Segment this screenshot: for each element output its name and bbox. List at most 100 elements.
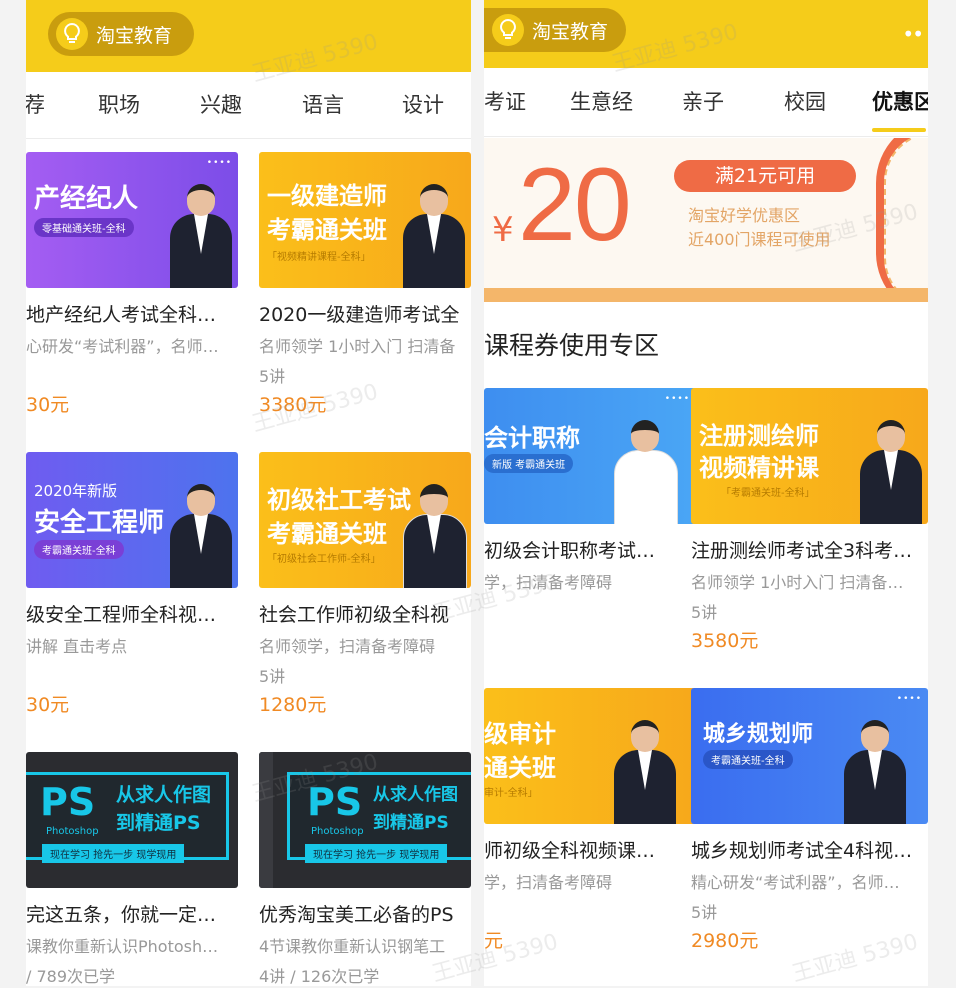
- thumb-title: 产经纪人: [34, 184, 139, 214]
- coupon-bottom-strip: [484, 288, 928, 302]
- dots-decoration: ••••: [896, 694, 922, 704]
- tab-interest[interactable]: 兴趣: [200, 72, 242, 138]
- thumb-tag: 新版 考霸通关班: [484, 454, 574, 473]
- teacher-photo: [403, 484, 467, 588]
- thumb-title: 级审计: [484, 720, 556, 748]
- course-title: 完这五条，你就一定…: [26, 904, 217, 926]
- thumb-subtitle: 通关班: [484, 754, 556, 782]
- active-tab-indicator: [872, 128, 926, 132]
- course-title: 师初级全科视频课…: [484, 840, 656, 862]
- thumb-subtitle: 视频精讲课: [699, 454, 819, 482]
- coupon-condition-badge: 满21元可用: [674, 160, 856, 192]
- course-title: 城乡规划师考试全4科视…: [691, 840, 913, 862]
- course-subtitle: 课教你重新认识Photosh…: [26, 937, 219, 956]
- view-count: 4讲 / 126次已学: [259, 967, 380, 986]
- lesson-count: 5讲: [691, 603, 718, 622]
- view-count: / 789次已学: [26, 967, 116, 986]
- course-thumbnail: 一级建造师 考霸通关班 「视频精讲课程-全科」: [259, 152, 471, 288]
- course-title: 级安全工程师全科视…: [26, 604, 217, 626]
- course-subtitle: 讲解 直击考点: [26, 637, 128, 656]
- course-thumbnail: 产经纪人 零基础通关班-全科 ••••: [26, 152, 238, 288]
- more-menu-icon[interactable]: ••: [902, 22, 924, 46]
- course-title: 地产经纪人考试全科…: [26, 304, 217, 326]
- course-title: 注册测绘师考试全3科考…: [691, 540, 913, 562]
- dots-decoration: ••••: [664, 394, 690, 404]
- teacher-photo: [403, 184, 465, 288]
- course-subtitle: 精心研发“考试利器”，名师…: [691, 873, 900, 892]
- course-title: 优秀淘宝美工必备的PS: [259, 904, 454, 926]
- tab-campus[interactable]: 校园: [784, 68, 826, 134]
- lightbulb-icon: [56, 18, 88, 50]
- tab-business[interactable]: 生意经: [570, 68, 633, 134]
- ps-logo-text: PS: [40, 780, 96, 824]
- logo-text: 淘宝教育: [532, 20, 609, 43]
- tab-career[interactable]: 职场: [98, 72, 140, 138]
- course-thumbnail: PS Photoshop 从求人作图 到精通PS 现在学习 抢先一步 现学现用: [26, 752, 238, 888]
- teacher-photo: [614, 720, 676, 824]
- course-price: 30元: [26, 694, 70, 716]
- thumb-slogan: 现在学习 抢先一步 现学现用: [305, 844, 448, 863]
- thumb-title: 注册测绘师: [699, 422, 819, 450]
- course-thumbnail: 初级社工考试 考霸通关班 「初级社会工作师-全科」: [259, 452, 471, 588]
- course-title: 初级会计职称考试…: [484, 540, 656, 562]
- tab-certification[interactable]: 考证: [484, 68, 526, 134]
- thumb-tag: 考霸通关班-全科: [703, 750, 793, 769]
- lesson-count: 5讲: [691, 903, 718, 922]
- thumb-tag: 「考霸通关班-全科」: [721, 488, 815, 499]
- coupon-desc-line1: 淘宝好学优惠区: [688, 206, 801, 225]
- thumb-tag: 「初级社会工作师-全科」: [267, 554, 381, 565]
- tab-parenting[interactable]: 亲子: [682, 68, 724, 134]
- course-title: 2020一级建造师考试全: [259, 304, 460, 326]
- course-subtitle: 学，扫清备考障碍: [484, 873, 613, 892]
- category-tabs: 考证 生意经 亲子 校园 优惠区: [484, 68, 928, 137]
- thumb-subtitle: 考霸通关班: [267, 216, 387, 244]
- ps-app-name: Photoshop: [311, 826, 364, 837]
- coupon-currency: ¥: [492, 210, 514, 250]
- coupon-amount: 20: [518, 147, 632, 263]
- course-subtitle: 名师领学 1小时入门 扫清备: [259, 337, 456, 356]
- taobao-education-logo[interactable]: 淘宝教育: [48, 12, 194, 56]
- thumb-title: 一级建造师: [267, 182, 387, 210]
- thumb-subtitle: 到精通PS: [116, 812, 201, 834]
- taobao-education-logo[interactable]: 淘宝教育: [484, 8, 626, 52]
- thumb-title: 初级社工考试: [267, 486, 411, 514]
- tab-design[interactable]: 设计: [402, 72, 444, 138]
- thumb-subtitle: 考霸通关班: [267, 520, 387, 548]
- teacher-photo: [614, 420, 678, 524]
- thumb-title: 安全工程师: [34, 508, 165, 538]
- thumb-title: 从求人作图: [373, 785, 458, 805]
- lesson-count: 5讲: [259, 367, 286, 386]
- category-tabs: 荐 职场 兴趣 语言 设计: [26, 72, 471, 139]
- ps-app-name: Photoshop: [46, 826, 99, 837]
- course-thumbnail: 会计职称 新版 考霸通关班 ••••: [484, 388, 696, 524]
- section-title: 课程券使用专区: [484, 331, 660, 360]
- course-thumbnail: 级审计 通关班 审计-全科」: [484, 688, 696, 824]
- logo-text: 淘宝教育: [96, 24, 173, 47]
- thumb-title: 从求人作图: [116, 784, 212, 806]
- thumb-slogan: 现在学习 抢先一步 现学现用: [42, 844, 185, 863]
- right-screen: 淘宝教育 •• 考证 生意经 亲子 校园 优惠区 ¥ 20 满21元可用 淘宝好…: [484, 0, 928, 986]
- thumb-top-label: 2020年新版: [34, 482, 118, 500]
- left-screen: 淘宝教育 荐 职场 兴趣 语言 设计 产经纪人 零基础通关班-全科 •••• 地…: [26, 0, 471, 986]
- thumb-tag: 考霸通关班-全科: [34, 540, 124, 559]
- dots-decoration: ••••: [206, 158, 232, 168]
- course-thumbnail: 城乡规划师 考霸通关班-全科 ••••: [691, 688, 928, 824]
- teacher-photo: [860, 420, 922, 524]
- course-price: 3580元: [691, 630, 759, 652]
- course-subtitle: 名师领学，扫清备考障碍: [259, 637, 436, 656]
- thumb-subtitle: 到精通PS: [373, 813, 449, 833]
- course-subtitle: 心研发“考试利器”，名师…: [26, 337, 219, 356]
- tab-recommend[interactable]: 荐: [26, 72, 45, 138]
- course-subtitle: 名师领学 1小时入门 扫清备…: [691, 573, 904, 592]
- teacher-photo: [170, 184, 232, 288]
- tab-discount[interactable]: 优惠区: [872, 68, 928, 134]
- teacher-photo: [170, 484, 232, 588]
- course-price: 2980元: [691, 930, 759, 952]
- tab-language[interactable]: 语言: [302, 72, 344, 138]
- course-thumbnail: 注册测绘师 视频精讲课 「考霸通关班-全科」: [691, 388, 928, 524]
- teacher-photo: [844, 720, 906, 824]
- thumb-tag: 零基础通关班-全科: [34, 218, 134, 237]
- lesson-count: 5讲: [259, 667, 286, 686]
- thumb-tag: 审计-全科」: [484, 788, 538, 799]
- thumb-title: 城乡规划师: [703, 722, 814, 747]
